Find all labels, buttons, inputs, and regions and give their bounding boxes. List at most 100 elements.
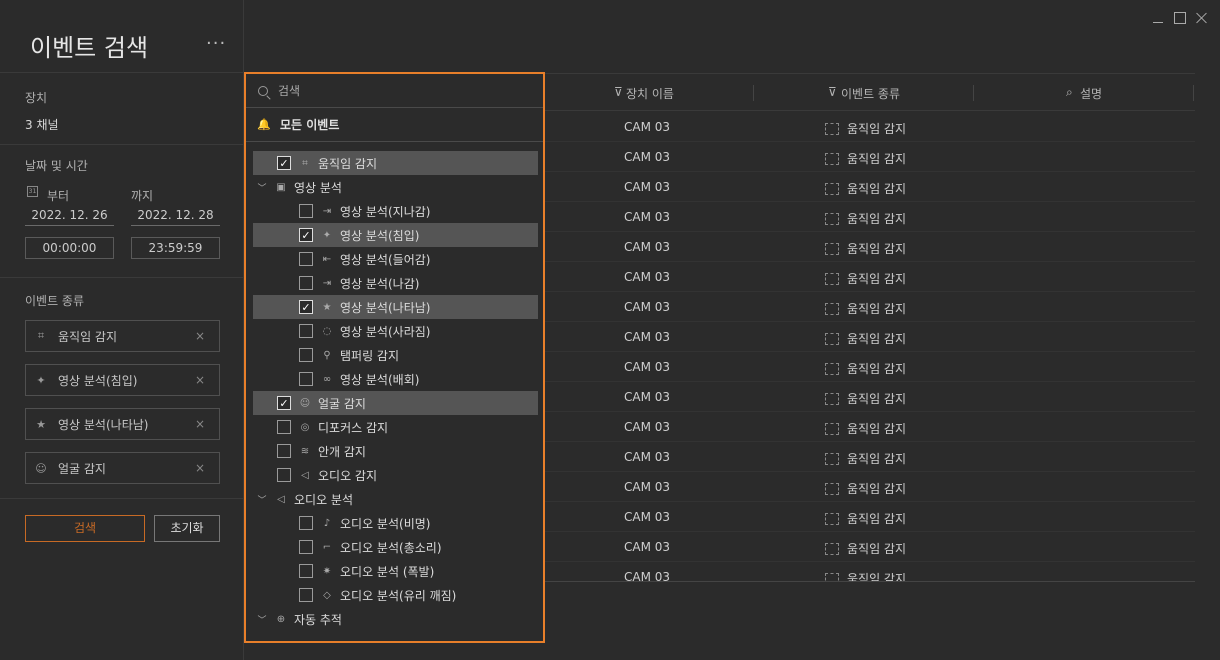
dropdown-group-1[interactable]: ﹀ ▣ 영상 분석 xyxy=(256,175,538,199)
column-description[interactable]: 설명 xyxy=(1080,85,1102,102)
event-cell-label: 움직임 감지 xyxy=(847,542,907,556)
checkbox[interactable]: ✓ xyxy=(299,228,313,242)
dropdown-option-7[interactable]: ◌ 영상 분석(사라짐) xyxy=(253,319,538,343)
checkbox[interactable] xyxy=(299,204,313,218)
dropdown-option-5[interactable]: ⇥ 영상 분석(나감) xyxy=(253,271,538,295)
dropdown-option-12[interactable]: ≋ 안개 감지 xyxy=(253,439,538,463)
device-cell: CAM 03 xyxy=(624,150,671,164)
filter-icon[interactable]: ⊽ xyxy=(614,85,623,99)
dropdown-option-13[interactable]: ◁ 오디오 감지 xyxy=(253,463,538,487)
dropdown-search-input[interactable]: 검색 xyxy=(246,74,543,108)
from-date-input[interactable]: 2022. 12. 26 xyxy=(25,206,114,226)
checkbox[interactable]: ✓ xyxy=(299,300,313,314)
checkbox[interactable] xyxy=(299,324,313,338)
dropdown-option-9[interactable]: ∞ 영상 분석(배회) xyxy=(253,367,538,391)
event-cell-label: 움직임 감지 xyxy=(847,182,907,196)
column-separator xyxy=(1193,85,1194,101)
dropdown-group-14[interactable]: ﹀ ◁ 오디오 분석 xyxy=(256,487,538,511)
dropdown-option-11[interactable]: ◎ 디포커스 감지 xyxy=(253,415,538,439)
divider xyxy=(0,277,244,278)
dropdown-option-6[interactable]: ✓ ★ 영상 분석(나타남) xyxy=(253,295,538,319)
close-icon[interactable] xyxy=(1196,12,1208,24)
device-cell: CAM 03 xyxy=(624,300,671,314)
dropdown-option-15[interactable]: ♪ 오디오 분석(비명) xyxy=(253,511,538,535)
motion-icon: ⌗ xyxy=(302,157,308,169)
device-cell: CAM 03 xyxy=(624,480,671,494)
dropdown-option-17[interactable]: ✷ 오디오 분석 (폭발) xyxy=(253,559,538,583)
filter-icon[interactable]: ⊽ xyxy=(828,85,837,99)
pass-icon: ⇥ xyxy=(322,205,332,217)
dropdown-option-4[interactable]: ⇤ 영상 분석(들어감) xyxy=(253,247,538,271)
checkbox[interactable] xyxy=(299,276,313,290)
chevron-down-icon[interactable]: ﹀ xyxy=(256,613,268,626)
checkbox[interactable] xyxy=(277,444,291,458)
search-button[interactable]: 검색 xyxy=(25,515,145,542)
event-cell-label: 움직임 감지 xyxy=(847,332,907,346)
maximize-icon[interactable] xyxy=(1174,12,1186,24)
motion-icon xyxy=(825,452,839,465)
column-device-name[interactable]: 장치 이름 xyxy=(626,85,674,102)
dropdown-option-8[interactable]: ⚲ 탬퍼링 감지 xyxy=(253,343,538,367)
dropdown-option-10[interactable]: ✓ ☺ 얼굴 감지 xyxy=(253,391,538,415)
chip-label: 얼굴 감지 xyxy=(58,461,106,476)
option-label: 오디오 분석(비명) xyxy=(340,516,431,531)
checkbox[interactable] xyxy=(299,372,313,386)
dropdown-option-16[interactable]: ⌐ 오디오 분석(총소리) xyxy=(253,535,538,559)
checkbox[interactable] xyxy=(299,516,313,530)
checkbox[interactable] xyxy=(277,420,291,434)
event-cell: 움직임 감지 xyxy=(825,240,906,257)
gunshot-icon: ⌐ xyxy=(322,541,332,553)
to-date-input[interactable]: 2022. 12. 28 xyxy=(131,206,220,226)
option-label: 영상 분석(침입) xyxy=(340,228,420,243)
remove-chip-icon[interactable]: × xyxy=(195,329,205,343)
checkbox[interactable]: ✓ xyxy=(277,156,291,170)
all-events-icon: 🔔 xyxy=(257,117,271,131)
column-event-type[interactable]: 이벤트 종류 xyxy=(841,85,900,102)
checkbox[interactable] xyxy=(299,588,313,602)
face-icon: ☺ xyxy=(299,397,311,409)
option-label: 오디오 분석 (폭발) xyxy=(340,564,435,579)
checkbox[interactable] xyxy=(277,468,291,482)
option-label: 오디오 분석 xyxy=(294,492,354,507)
divider xyxy=(0,144,244,145)
checkbox[interactable] xyxy=(299,252,313,266)
chip-label: 영상 분석(나타남) xyxy=(58,417,149,432)
explosion-icon: ✷ xyxy=(322,565,332,577)
reset-button[interactable]: 초기화 xyxy=(154,515,220,542)
event-cell-label: 움직임 감지 xyxy=(847,422,907,436)
from-time-input[interactable]: 00:00:00 xyxy=(25,237,114,259)
event-type-label: 이벤트 종류 xyxy=(25,294,85,308)
dropdown-option-18[interactable]: ◇ 오디오 분석(유리 깨짐) xyxy=(253,583,538,607)
chevron-down-icon[interactable]: ﹀ xyxy=(256,493,268,506)
option-label: 오디오 분석(유리 깨짐) xyxy=(340,588,457,603)
dropdown-option-3[interactable]: ✓ ✦ 영상 분석(침입) xyxy=(253,223,538,247)
checkbox[interactable] xyxy=(299,540,313,554)
dropdown-option-2[interactable]: ⇥ 영상 분석(지나감) xyxy=(253,199,538,223)
device-cell: CAM 03 xyxy=(624,360,671,374)
dropdown-option-0[interactable]: ✓ ⌗ 움직임 감지 xyxy=(253,151,538,175)
option-label: 디포커스 감지 xyxy=(318,420,389,435)
event-type-dropdown: 검색 🔔 모든 이벤트 ✓ ⌗ 움직임 감지 ﹀ ▣ 영상 분석 ⇥ 영상 분석(지나감) ✓ ✦… xyxy=(244,72,545,643)
chevron-down-icon[interactable]: ﹀ xyxy=(256,181,268,194)
remove-chip-icon[interactable]: × xyxy=(195,461,205,475)
search-icon[interactable]: ⌕ xyxy=(1066,85,1073,100)
minimize-icon[interactable] xyxy=(1152,12,1164,24)
motion-icon xyxy=(825,272,839,285)
to-time-input[interactable]: 23:59:59 xyxy=(131,237,220,259)
option-label: 영상 분석(나감) xyxy=(340,276,420,291)
more-options-icon[interactable]: ··· xyxy=(206,33,226,54)
face-icon: ☺ xyxy=(35,461,47,475)
motion-icon xyxy=(825,122,839,135)
all-events-option[interactable]: 🔔 모든 이벤트 xyxy=(246,108,543,142)
device-value[interactable]: 3 채널 xyxy=(25,116,59,133)
device-cell: CAM 03 xyxy=(624,540,671,554)
remove-chip-icon[interactable]: × xyxy=(195,373,205,387)
checkbox[interactable]: ✓ xyxy=(277,396,291,410)
checkbox[interactable] xyxy=(299,564,313,578)
iva-icon: ▣ xyxy=(276,181,286,193)
checkbox[interactable] xyxy=(299,348,313,362)
window-controls xyxy=(1152,12,1208,24)
event-chip: ✦ 영상 분석(침입) × xyxy=(25,364,220,396)
remove-chip-icon[interactable]: × xyxy=(195,417,205,431)
dropdown-group-19[interactable]: ﹀ ⊕ 자동 추적 xyxy=(256,607,538,631)
